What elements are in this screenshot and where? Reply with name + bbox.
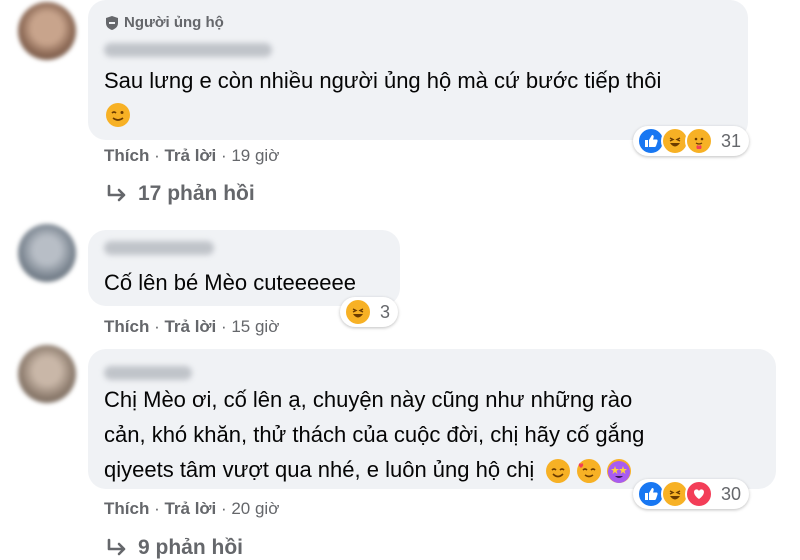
reply-button[interactable]: Trả lời bbox=[164, 146, 216, 166]
view-replies-button[interactable]: 9 phản hồi bbox=[106, 536, 243, 560]
haha-icon bbox=[344, 298, 372, 326]
comment-actions: Thích · Trả lời · 19 giờ bbox=[104, 146, 279, 166]
comment-text: Chị Mèo ơi, cố lên ạ, chuyện này cũng nh… bbox=[104, 387, 645, 484]
comment-text: Cố lên bé Mèo cuteeeeee bbox=[104, 270, 356, 295]
reply-button[interactable]: Trả lời bbox=[164, 499, 216, 519]
avatar[interactable] bbox=[18, 2, 76, 60]
timestamp[interactable]: 19 giờ bbox=[231, 146, 279, 166]
reaction-summary[interactable]: 3 bbox=[340, 297, 399, 327]
comment-actions: Thích · Trả lời · 15 giờ bbox=[104, 317, 279, 337]
replies-label: 17 phản hồi bbox=[138, 182, 255, 205]
reaction-count: 31 bbox=[721, 130, 742, 151]
separator: · bbox=[216, 146, 232, 165]
wink-emoji-icon bbox=[106, 103, 130, 127]
like-button[interactable]: Thích bbox=[104, 146, 149, 166]
separator: · bbox=[216, 499, 232, 518]
reply-arrow-icon bbox=[107, 538, 126, 556]
like-button[interactable]: Thích bbox=[104, 317, 149, 337]
reaction-summary[interactable]: 30 bbox=[633, 479, 750, 509]
author-name[interactable] bbox=[104, 366, 192, 380]
separator: · bbox=[149, 146, 165, 165]
smile-emoji-icon bbox=[546, 459, 571, 484]
separator: · bbox=[216, 317, 232, 336]
replies-label: 9 phản hồi bbox=[138, 536, 243, 559]
badge-label: Người ủng hộ bbox=[124, 14, 224, 31]
timestamp[interactable]: 20 giờ bbox=[231, 499, 279, 519]
reaction-summary[interactable]: 31 bbox=[633, 126, 750, 156]
author-name[interactable] bbox=[104, 241, 214, 255]
separator: · bbox=[149, 317, 165, 336]
star-eyes-emoji-icon bbox=[606, 459, 631, 484]
avatar[interactable] bbox=[18, 224, 76, 282]
supporter-badge: Người ủng hộ bbox=[106, 14, 224, 31]
shield-icon bbox=[106, 15, 118, 30]
reply-button[interactable]: Trả lời bbox=[164, 317, 216, 337]
love-icon bbox=[685, 480, 713, 508]
comment-text: Sau lưng e còn nhiều người ủng hộ mà cứ … bbox=[104, 68, 662, 93]
separator: · bbox=[149, 499, 165, 518]
like-button[interactable]: Thích bbox=[104, 499, 149, 519]
comment-actions: Thích · Trả lời · 20 giờ bbox=[104, 499, 279, 519]
care-icon bbox=[685, 127, 713, 155]
view-replies-button[interactable]: 17 phản hồi bbox=[106, 182, 255, 206]
avatar[interactable] bbox=[18, 345, 76, 403]
reaction-count: 3 bbox=[380, 301, 391, 322]
reaction-count: 30 bbox=[721, 483, 742, 504]
author-name[interactable] bbox=[104, 43, 272, 57]
hearts-emoji-icon bbox=[576, 459, 601, 484]
reply-arrow-icon bbox=[107, 184, 126, 202]
timestamp[interactable]: 15 giờ bbox=[231, 317, 279, 337]
